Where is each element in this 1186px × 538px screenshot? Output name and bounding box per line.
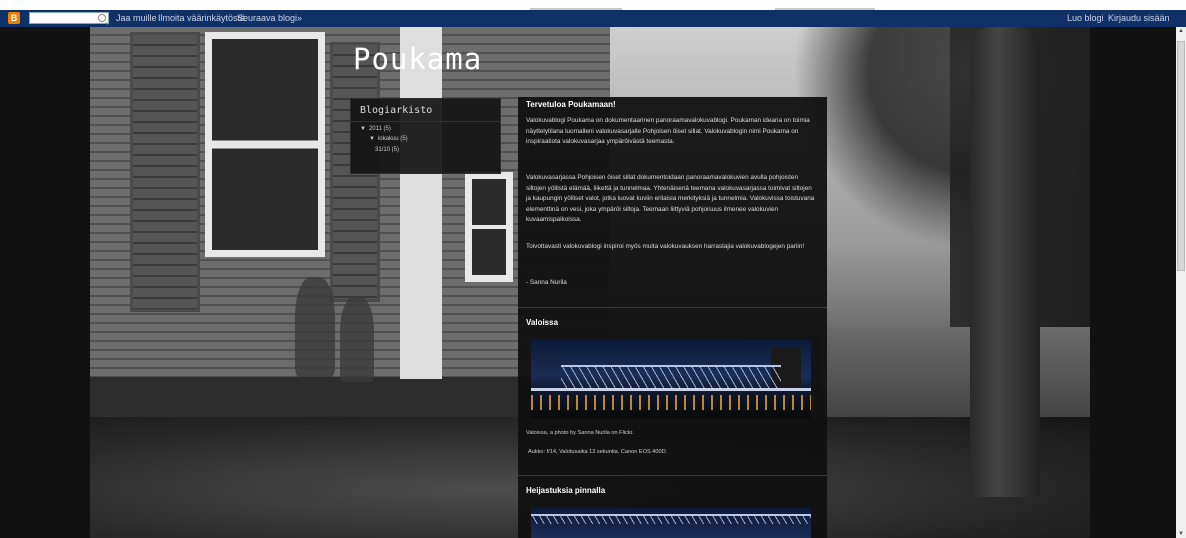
create-blog-link[interactable]: Luo blogi: [1067, 13, 1104, 23]
archive-day[interactable]: 31/10 (5): [375, 147, 399, 153]
photo-caption[interactable]: Valoissa, a photo by Sanna Nurila on Fli…: [526, 430, 634, 436]
blogger-navbar: B Jaa muille Ilmoita väärinkäytöstä Seur…: [0, 10, 1186, 27]
corner-pillar: [400, 27, 442, 379]
scrollbar-thumb[interactable]: [1177, 41, 1185, 271]
archive-year[interactable]: ▼ 2011 (5): [360, 126, 391, 132]
next-blog-link[interactable]: Seuraava blogi»: [237, 13, 302, 23]
archive-month[interactable]: ▼ lokakuu (5): [369, 136, 408, 142]
shadow-figure: [295, 277, 335, 377]
post-paragraph: Toivottavasti valokuvablogi inspiroi myö…: [526, 243, 805, 250]
post-paragraph: Valokuvablogi Poukama on dokumentaarinen…: [526, 117, 810, 146]
expand-arrow-icon[interactable]: ▼: [369, 136, 375, 142]
post-divider: [518, 307, 827, 308]
window: [205, 32, 325, 257]
scrollbar[interactable]: ▲ ▼: [1176, 27, 1186, 538]
post-title[interactable]: Valoissa: [526, 318, 558, 327]
share-link[interactable]: Jaa muille: [116, 13, 157, 23]
blogger-logo-icon[interactable]: B: [8, 12, 20, 24]
expand-arrow-icon[interactable]: ▼: [360, 126, 366, 132]
search-input[interactable]: [29, 12, 109, 24]
search-icon[interactable]: [98, 14, 106, 22]
post-title[interactable]: Tervetuloa Poukamaan!: [526, 100, 616, 109]
scroll-down-icon[interactable]: ▼: [1178, 531, 1184, 537]
scroll-up-icon[interactable]: ▲: [1178, 28, 1184, 34]
tree-branches: [790, 27, 1090, 247]
window: [465, 172, 513, 282]
post-paragraph: Valokuvasarjassa Pohjoisen öiset sillat …: [526, 174, 815, 224]
sign-in-link[interactable]: Kirjaudu sisään: [1108, 13, 1170, 23]
browser-top-strip: [0, 0, 1186, 10]
tree-trunk: [970, 27, 1040, 497]
posts-column: Tervetuloa Poukamaan! Valokuvablogi Pouk…: [518, 97, 827, 538]
bridge-photo[interactable]: [531, 340, 811, 418]
post-divider: [518, 475, 827, 476]
report-abuse-link[interactable]: Ilmoita väärinkäytöstä: [158, 13, 245, 23]
photo-exif: Aukko: f/14, Valotusaika 13 sekuntia. Ca…: [528, 449, 668, 455]
blog-archive-widget: Blogiarkisto ▼ 2011 (5) ▼ lokakuu (5) 31/1…: [350, 98, 501, 174]
window-shutter: [130, 32, 200, 312]
bridge-photo[interactable]: [531, 508, 811, 538]
archive-heading: Blogiarkisto: [351, 99, 500, 122]
post-signature: - Sanna Nurila: [526, 279, 567, 286]
blog-title[interactable]: Poukama: [353, 42, 482, 76]
shadow-figure: [340, 297, 374, 382]
post-title[interactable]: Heijastuksia pinnalla: [526, 486, 605, 495]
